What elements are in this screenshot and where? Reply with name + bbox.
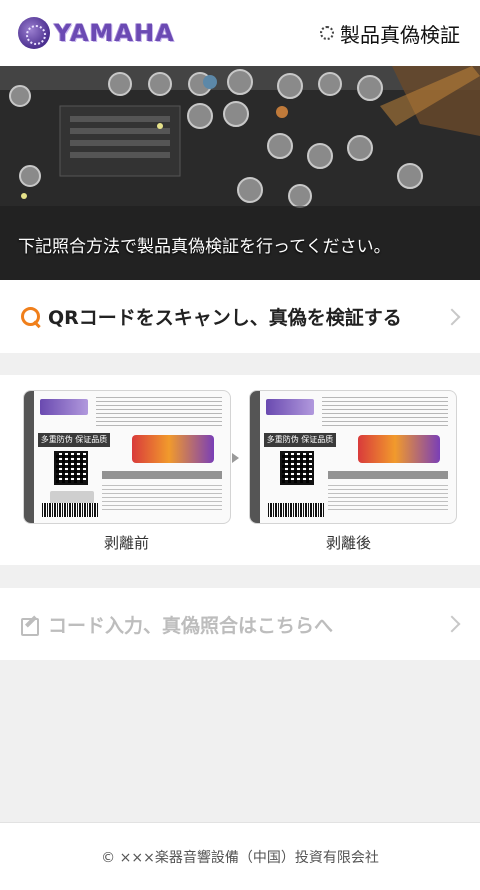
page-title-text: 製品真偽検証 xyxy=(340,22,460,47)
logo-text: YAMAHA xyxy=(54,19,175,47)
label-after-peel-image: 多重防伪 保证品质 xyxy=(250,391,456,523)
hero-caption: 下記照合方法で製品真偽検証を行ってください。 xyxy=(18,237,391,257)
search-icon xyxy=(20,306,42,328)
logo-emblem-icon xyxy=(18,17,50,49)
label-badge: 多重防伪 保证品质 xyxy=(264,433,336,447)
barcode-icon xyxy=(268,503,324,517)
qr-code-icon xyxy=(54,451,88,485)
loading-icon xyxy=(320,26,334,40)
before-peel-caption: 剥離前 xyxy=(104,534,150,552)
code-entry-button[interactable]: コード入力、真偽照合はこちらへ xyxy=(0,588,480,660)
qr-code-icon xyxy=(280,451,314,485)
after-peel-caption: 剥離後 xyxy=(326,534,372,552)
label-badge: 多重防伪 保证品质 xyxy=(38,433,110,447)
label-before-peel-image: 多重防伪 保证品质 xyxy=(24,391,230,523)
code-entry-label: コード入力、真偽照合はこちらへ xyxy=(48,614,334,637)
hero-banner: 下記照合方法で製品真偽検証を行ってください。 xyxy=(0,66,480,280)
footer: © ×××楽器音響設備（中国）投資有限会社 xyxy=(0,822,480,890)
chevron-right-icon xyxy=(443,615,461,633)
top-header: YAMAHA 製品真偽検証 xyxy=(0,0,480,66)
arrow-right-icon xyxy=(232,453,239,463)
chevron-right-icon xyxy=(443,308,461,325)
scan-qr-label: QRコードをスキャンし、真偽を検証する xyxy=(48,307,402,329)
scan-qr-button[interactable]: QRコードをスキャンし、真偽を検証する xyxy=(0,280,480,353)
page-title: 製品真偽検証 xyxy=(320,19,460,48)
label-logo xyxy=(266,399,314,415)
edit-icon xyxy=(20,615,40,636)
brand-logo[interactable]: YAMAHA xyxy=(18,17,175,49)
label-examples: 多重防伪 保证品质 多重防伪 保证品质 剥離前 剥離後 xyxy=(0,375,480,565)
barcode-icon xyxy=(42,503,98,517)
copyright-text: © ×××楽器音響設備（中国）投資有限会社 xyxy=(101,849,379,866)
label-logo xyxy=(40,399,88,415)
